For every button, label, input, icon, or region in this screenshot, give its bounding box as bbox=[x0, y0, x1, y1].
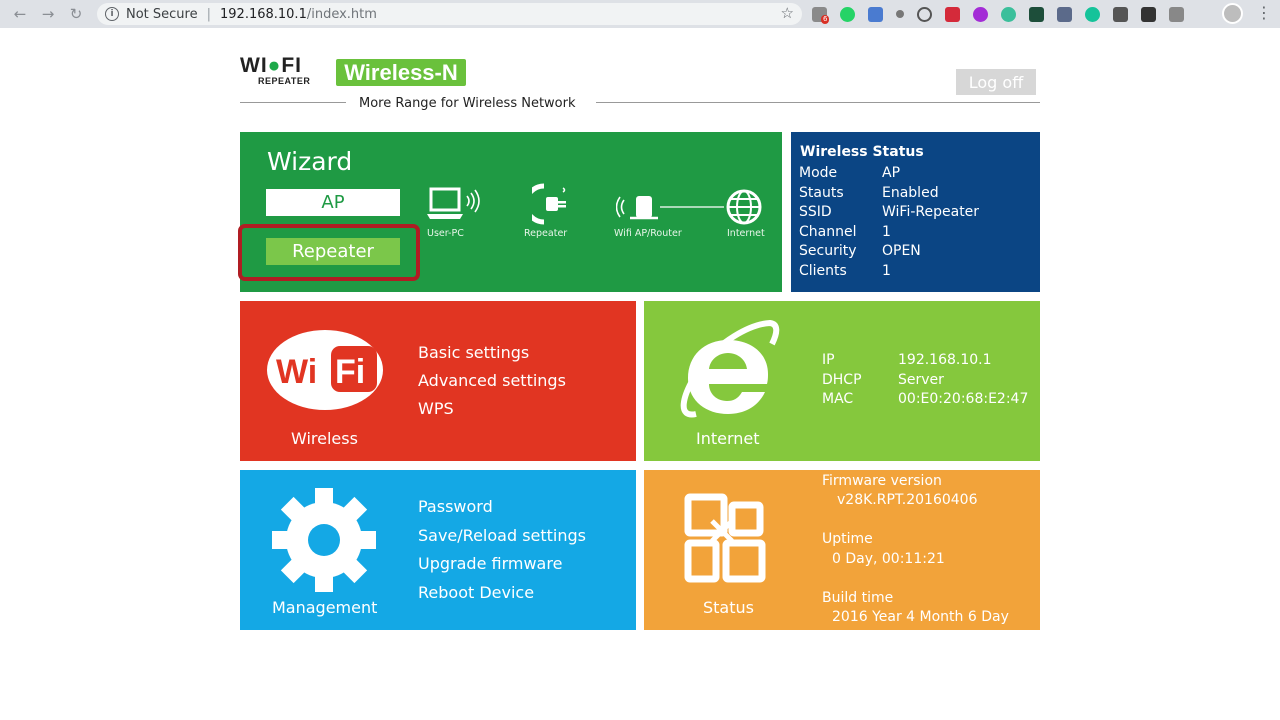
wireless-status-tile: Wireless Status Mode AP Stauts Enabled S… bbox=[791, 132, 1040, 292]
basic-settings-link[interactable]: Basic settings bbox=[418, 343, 529, 362]
wifi-logo: WI●FI bbox=[240, 54, 302, 78]
uptime-value: 0 Day, 00:11:21 bbox=[832, 551, 945, 567]
back-icon[interactable]: ← bbox=[7, 1, 33, 27]
m-extension-icon[interactable] bbox=[1001, 6, 1016, 22]
status-tile[interactable]: Status Firmware version v28K.RPT.2016040… bbox=[644, 470, 1040, 630]
status-value: 1 bbox=[882, 263, 891, 279]
wifi-logo-fi: Fi bbox=[335, 353, 365, 391]
purple-extension-icon[interactable] bbox=[973, 6, 988, 22]
url-path: /index.htm bbox=[306, 6, 377, 22]
status-value: WiFi-Repeater bbox=[882, 204, 980, 220]
internet-explorer-icon bbox=[680, 319, 780, 418]
wps-link[interactable]: WPS bbox=[418, 399, 454, 418]
address-bar[interactable]: i Not Secure | 192.168.10.1/index.htm ☆ bbox=[97, 3, 802, 25]
browser-menu-icon[interactable]: ⋮ bbox=[1256, 4, 1272, 22]
build-time-title: Build time bbox=[822, 590, 894, 606]
wizard-title: Wizard bbox=[267, 147, 353, 176]
management-label: Management bbox=[272, 598, 378, 617]
upgrade-firmware-link[interactable]: Upgrade firmware bbox=[418, 554, 562, 573]
profile-avatar[interactable] bbox=[1222, 3, 1243, 24]
status-key: SSID bbox=[799, 204, 832, 220]
grammarly-extension-icon[interactable] bbox=[1085, 6, 1100, 22]
laptop-icon bbox=[427, 187, 480, 219]
globe-icon bbox=[726, 189, 762, 225]
reboot-device-link[interactable]: Reboot Device bbox=[418, 583, 534, 602]
status-label: Status bbox=[703, 598, 754, 617]
step-repeater: Repeater bbox=[524, 228, 568, 239]
internet-key: DHCP bbox=[822, 372, 862, 388]
internet-value: 00:E0:20:68:E2:47 bbox=[898, 391, 1029, 407]
internet-tile[interactable]: Internet IP 192.168.10.1 DHCP Server MAC… bbox=[644, 301, 1040, 461]
mail-extension-icon[interactable]: 6 bbox=[812, 6, 830, 24]
forward-icon[interactable]: → bbox=[35, 1, 61, 27]
status-value: AP bbox=[882, 165, 901, 181]
browser-toolbar: ← → ↻ i Not Secure | 192.168.10.1/index.… bbox=[0, 0, 1280, 28]
dev-extension-icon[interactable] bbox=[1141, 6, 1156, 22]
step-internet: Internet bbox=[727, 228, 765, 239]
audio-extension-icon[interactable] bbox=[1057, 6, 1072, 22]
uptime-title: Uptime bbox=[822, 531, 873, 547]
firmware-version-value: v28K.RPT.20160406 bbox=[837, 492, 978, 508]
status-key: Clients bbox=[799, 263, 847, 279]
internet-key: IP bbox=[822, 352, 835, 368]
wireless-label: Wireless bbox=[291, 429, 358, 448]
url-host: 192.168.10.1 bbox=[220, 6, 307, 22]
office-status-icon bbox=[684, 493, 766, 583]
mail-badge: 6 bbox=[821, 14, 830, 24]
status-value: 1 bbox=[882, 224, 891, 240]
info-icon[interactable]: i bbox=[105, 7, 119, 21]
step-user-pc: User-PC bbox=[427, 228, 464, 239]
gear-icon bbox=[272, 488, 376, 592]
logo-wifi-left: WI bbox=[240, 54, 268, 77]
firmware-version-title: Firmware version bbox=[822, 473, 942, 489]
internet-label: Internet bbox=[696, 429, 760, 448]
password-link[interactable]: Password bbox=[418, 497, 493, 516]
status-key: Stauts bbox=[799, 185, 844, 201]
wifi-logo-wi: Wi bbox=[276, 353, 317, 391]
wireless-status-title: Wireless Status bbox=[800, 144, 924, 160]
logo-wifi-right: FI bbox=[281, 54, 303, 77]
address-separator: | bbox=[206, 6, 211, 22]
repeater-plug-icon bbox=[532, 183, 566, 225]
status-key: Channel bbox=[799, 224, 857, 240]
bookmark-star-icon[interactable]: ☆ bbox=[781, 4, 794, 22]
s-extension-icon[interactable] bbox=[1113, 6, 1128, 22]
status-key: Mode bbox=[799, 165, 838, 181]
react-extension-icon[interactable] bbox=[917, 6, 932, 22]
save-reload-settings-link[interactable]: Save/Reload settings bbox=[418, 526, 586, 545]
wifi-logo-icon: Wi Fi bbox=[267, 330, 383, 410]
extensions-bar: 6 bbox=[812, 4, 1197, 24]
status-key: Security bbox=[799, 243, 857, 259]
tab-extension-icon[interactable] bbox=[868, 6, 883, 22]
wireless-tile[interactable]: Wi Fi Wireless Basic settings Advanced s… bbox=[240, 301, 636, 461]
red-extension-icon[interactable] bbox=[945, 6, 960, 22]
management-tile[interactable]: Management Password Save/Reload settings… bbox=[240, 470, 636, 630]
header-rule-left bbox=[240, 102, 346, 103]
green-extension-icon[interactable] bbox=[1029, 6, 1044, 22]
internet-value: Server bbox=[898, 372, 944, 388]
build-time-value: 2016 Year 4 Month 6 Day bbox=[832, 609, 1009, 625]
wizard-tile: Wizard AP Repeater User-PC Repeater Wifi… bbox=[238, 132, 782, 292]
internet-key: MAC bbox=[822, 391, 854, 407]
whatsapp-extension-icon[interactable] bbox=[840, 6, 855, 22]
logo-repeater-text: REPEATER bbox=[258, 76, 311, 86]
menu-extension-icon[interactable] bbox=[1169, 6, 1184, 22]
logo-wifi-dot: ● bbox=[267, 54, 282, 77]
ap-mode-button[interactable]: AP bbox=[266, 189, 400, 216]
internet-value: 192.168.10.1 bbox=[898, 352, 992, 368]
step-wifi-ap-router: Wifi AP/Router bbox=[614, 228, 682, 239]
status-value: OPEN bbox=[882, 243, 921, 259]
header-rule-right bbox=[596, 102, 1040, 103]
router-icon bbox=[616, 196, 724, 220]
brand-badge: Wireless-N bbox=[336, 59, 466, 86]
tagline: More Range for Wireless Network bbox=[359, 96, 576, 111]
reload-icon[interactable]: ↻ bbox=[63, 1, 89, 27]
advanced-settings-link[interactable]: Advanced settings bbox=[418, 371, 566, 390]
logoff-button[interactable]: Log off bbox=[956, 69, 1036, 95]
security-label: Not Secure bbox=[126, 6, 198, 22]
repeater-mode-button[interactable]: Repeater bbox=[266, 238, 400, 265]
status-value: Enabled bbox=[882, 185, 939, 201]
person-extension-icon[interactable] bbox=[896, 10, 904, 18]
